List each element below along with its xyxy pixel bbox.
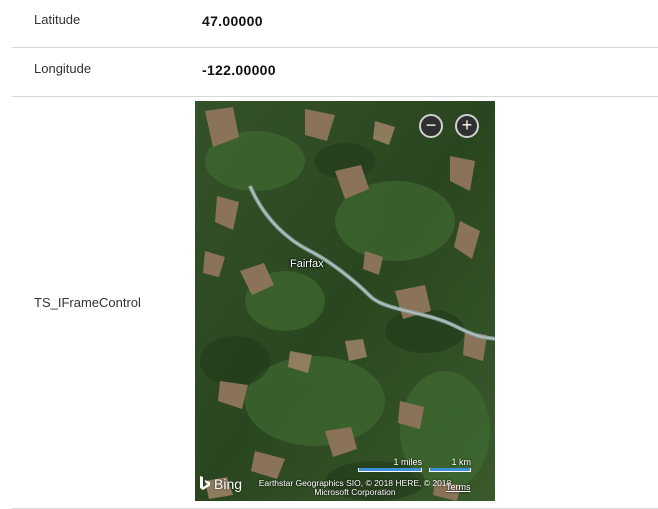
minus-icon: − bbox=[425, 115, 437, 135]
latitude-label: Latitude bbox=[34, 12, 81, 27]
scale-miles-label: 1 miles bbox=[393, 457, 422, 467]
zoom-in-button[interactable]: + bbox=[455, 114, 479, 138]
scale-km-bar bbox=[429, 468, 471, 472]
scale-km-label: 1 km bbox=[451, 457, 471, 467]
longitude-row: Longitude -122.00000 bbox=[12, 48, 658, 97]
plus-icon: + bbox=[461, 115, 473, 135]
bing-wordmark: Bing bbox=[214, 476, 243, 492]
bing-logo: Bing bbox=[199, 476, 242, 492]
scale-miles-bar bbox=[358, 468, 422, 472]
scale-bar-km: 1 km bbox=[429, 457, 471, 472]
place-label: Fairfax bbox=[290, 258, 324, 270]
scale-bar-miles: 1 miles bbox=[358, 457, 422, 472]
iframe-control-row: TS_IFrameControl − + Fairfax Bing 1 mile… bbox=[12, 97, 658, 509]
latitude-row: Latitude 47.00000 bbox=[12, 0, 658, 48]
satellite-imagery bbox=[195, 101, 495, 501]
map-copyright: Earthstar Geographics SIO, © 2018 HERE, … bbox=[258, 478, 452, 497]
bing-icon bbox=[200, 476, 210, 490]
longitude-label: Longitude bbox=[34, 61, 92, 76]
latitude-value: 47.00000 bbox=[202, 13, 263, 29]
bing-map[interactable]: − + Fairfax Bing 1 miles 1 km Earthstar … bbox=[195, 101, 495, 501]
iframe-control-label: TS_IFrameControl bbox=[34, 295, 141, 310]
zoom-out-button[interactable]: − bbox=[419, 114, 443, 138]
terms-link[interactable]: Terms bbox=[446, 482, 471, 492]
longitude-value: -122.00000 bbox=[202, 62, 276, 78]
